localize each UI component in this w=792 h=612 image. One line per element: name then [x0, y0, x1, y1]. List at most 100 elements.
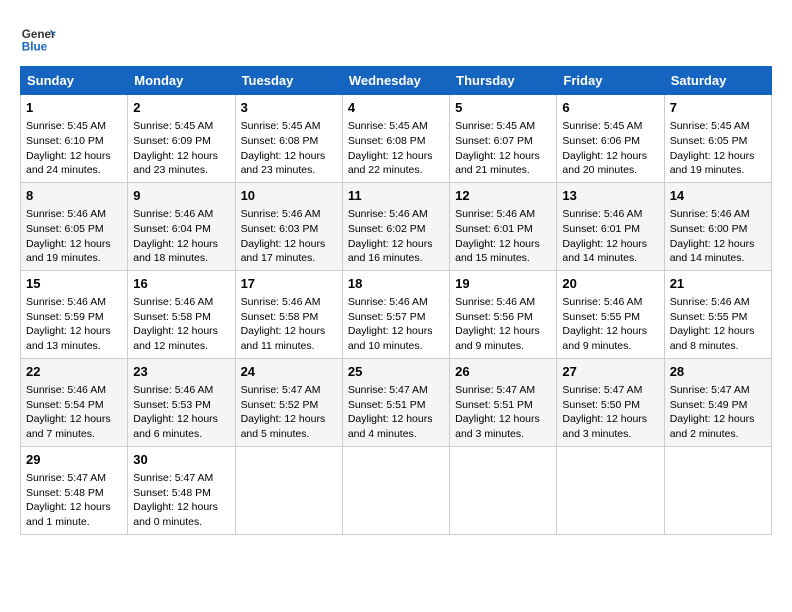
- day-number: 2: [133, 99, 229, 117]
- sunset-text: Sunset: 5:55 PM: [562, 311, 640, 323]
- calendar-cell: 7 Sunrise: 5:45 AM Sunset: 6:05 PM Daylight…: [664, 95, 771, 183]
- calendar-cell: 27Sunrise: 5:47 AMSunset: 5:50 PMDayligh…: [557, 358, 664, 446]
- sunset-text: Sunset: 6:06 PM: [562, 135, 640, 147]
- calendar-cell: 21Sunrise: 5:46 AMSunset: 5:55 PMDayligh…: [664, 270, 771, 358]
- sunrise-text: Sunrise: 5:47 AM: [670, 384, 750, 396]
- sunrise-text: Sunrise: 5:45 AM: [348, 120, 428, 132]
- day-number: 5: [455, 99, 551, 117]
- sunset-text: Sunset: 5:49 PM: [670, 399, 748, 411]
- sunset-text: Sunset: 5:58 PM: [133, 311, 211, 323]
- sunset-text: Sunset: 5:59 PM: [26, 311, 104, 323]
- daylight-text: Daylight: 12 hours and 10 minutes.: [348, 325, 433, 352]
- daylight-text: Daylight: 12 hours and 23 minutes.: [241, 150, 326, 177]
- column-header-saturday: Saturday: [664, 67, 771, 95]
- calendar-cell: 16 Sunrise: 5:46 AM Sunset: 5:58 PM Dayligh…: [128, 270, 235, 358]
- column-header-sunday: Sunday: [21, 67, 128, 95]
- sunrise-text: Sunrise: 5:46 AM: [562, 208, 642, 220]
- sunrise-text: Sunrise: 5:47 AM: [562, 384, 642, 396]
- calendar-cell: 24Sunrise: 5:47 AMSunset: 5:52 PMDayligh…: [235, 358, 342, 446]
- daylight-text: Daylight: 12 hours and 17 minutes.: [241, 238, 326, 265]
- day-number: 23: [133, 363, 229, 381]
- day-number: 8: [26, 187, 122, 205]
- calendar-week-row: 1Sunrise: 5:45 AMSunset: 6:10 PMDaylight…: [21, 95, 772, 183]
- daylight-text: Daylight: 12 hours and 14 minutes.: [670, 238, 755, 265]
- sunset-text: Sunset: 6:05 PM: [670, 135, 748, 147]
- day-number: 16: [133, 275, 229, 293]
- sunset-text: Sunset: 6:01 PM: [562, 223, 640, 235]
- sunset-text: Sunset: 6:08 PM: [241, 135, 319, 147]
- day-number: 13: [562, 187, 658, 205]
- calendar-cell: 18Sunrise: 5:46 AMSunset: 5:57 PMDayligh…: [342, 270, 449, 358]
- calendar-cell: 1Sunrise: 5:45 AMSunset: 6:10 PMDaylight…: [21, 95, 128, 183]
- sunset-text: Sunset: 6:07 PM: [455, 135, 533, 147]
- daylight-text: Daylight: 12 hours and 5 minutes.: [241, 413, 326, 440]
- day-number: 7: [670, 99, 766, 117]
- day-number: 3: [241, 99, 337, 117]
- daylight-text: Daylight: 12 hours and 24 minutes.: [26, 150, 111, 177]
- calendar-header-row: SundayMondayTuesdayWednesdayThursdayFrid…: [21, 67, 772, 95]
- daylight-text: Daylight: 12 hours and 8 minutes.: [670, 325, 755, 352]
- sunset-text: Sunset: 6:00 PM: [670, 223, 748, 235]
- sunset-text: Sunset: 5:53 PM: [133, 399, 211, 411]
- svg-text:Blue: Blue: [22, 41, 48, 54]
- sunrise-text: Sunrise: 5:46 AM: [133, 296, 213, 308]
- calendar-cell: 30Sunrise: 5:47 AMSunset: 5:48 PMDayligh…: [128, 446, 235, 534]
- calendar-cell: 28Sunrise: 5:47 AMSunset: 5:49 PMDayligh…: [664, 358, 771, 446]
- daylight-text: Daylight: 12 hours and 11 minutes.: [241, 325, 326, 352]
- calendar-cell: 23Sunrise: 5:46 AMSunset: 5:53 PMDayligh…: [128, 358, 235, 446]
- calendar-cell: 19 Sunrise: 5:46 AM Sunset: 5:56 PM Dayligh…: [450, 270, 557, 358]
- day-number: 14: [670, 187, 766, 205]
- daylight-text: Daylight: 12 hours and 12 minutes.: [133, 325, 218, 352]
- daylight-text: Daylight: 12 hours and 19 minutes.: [26, 238, 111, 265]
- sunrise-text: Sunrise: 5:46 AM: [562, 296, 642, 308]
- sunrise-text: Sunrise: 5:45 AM: [241, 120, 321, 132]
- column-header-thursday: Thursday: [450, 67, 557, 95]
- day-number: 19: [455, 275, 551, 293]
- day-number: 26: [455, 363, 551, 381]
- daylight-text: Daylight: 12 hours and 19 minutes.: [670, 150, 755, 177]
- column-header-friday: Friday: [557, 67, 664, 95]
- daylight-text: Daylight: 12 hours and 0 minutes.: [133, 501, 218, 528]
- daylight-text: Daylight: 12 hours and 9 minutes.: [455, 325, 540, 352]
- sunset-text: Sunset: 6:02 PM: [348, 223, 426, 235]
- sunrise-text: Sunrise: 5:46 AM: [348, 296, 428, 308]
- calendar-cell: 2Sunrise: 5:45 AMSunset: 6:09 PMDaylight…: [128, 95, 235, 183]
- logo: General Blue: [20, 20, 56, 56]
- sunset-text: Sunset: 5:48 PM: [133, 487, 211, 499]
- daylight-text: Daylight: 12 hours and 18 minutes.: [133, 238, 218, 265]
- sunset-text: Sunset: 6:04 PM: [133, 223, 211, 235]
- sunrise-text: Sunrise: 5:46 AM: [670, 208, 750, 220]
- calendar-cell: 12Sunrise: 5:46 AMSunset: 6:01 PMDayligh…: [450, 182, 557, 270]
- day-number: 15: [26, 275, 122, 293]
- calendar-week-row: 29Sunrise: 5:47 AMSunset: 5:48 PMDayligh…: [21, 446, 772, 534]
- sunset-text: Sunset: 5:55 PM: [670, 311, 748, 323]
- sunset-text: Sunset: 5:51 PM: [455, 399, 533, 411]
- sunset-text: Sunset: 5:51 PM: [348, 399, 426, 411]
- daylight-text: Daylight: 12 hours and 9 minutes.: [562, 325, 647, 352]
- day-number: 18: [348, 275, 444, 293]
- day-number: 27: [562, 363, 658, 381]
- sunrise-text: Sunrise: 5:45 AM: [670, 120, 750, 132]
- day-number: 12: [455, 187, 551, 205]
- sunset-text: Sunset: 5:58 PM: [241, 311, 319, 323]
- sunrise-text: Sunrise: 5:46 AM: [133, 384, 213, 396]
- sunset-text: Sunset: 5:56 PM: [455, 311, 533, 323]
- calendar-cell: 20Sunrise: 5:46 AMSunset: 5:55 PMDayligh…: [557, 270, 664, 358]
- day-number: 22: [26, 363, 122, 381]
- calendar-week-row: 15 Sunrise: 5:46 AM Sunset: 5:59 PM Dayligh…: [21, 270, 772, 358]
- sunrise-text: Sunrise: 5:46 AM: [455, 296, 535, 308]
- calendar-cell: 25Sunrise: 5:47 AMSunset: 5:51 PMDayligh…: [342, 358, 449, 446]
- calendar-cell: 26Sunrise: 5:47 AMSunset: 5:51 PMDayligh…: [450, 358, 557, 446]
- calendar-cell: 6Sunrise: 5:45 AMSunset: 6:06 PMDaylight…: [557, 95, 664, 183]
- day-number: 9: [133, 187, 229, 205]
- sunset-text: Sunset: 5:52 PM: [241, 399, 319, 411]
- calendar-cell: 5Sunrise: 5:45 AMSunset: 6:07 PMDaylight…: [450, 95, 557, 183]
- daylight-text: Daylight: 12 hours and 14 minutes.: [562, 238, 647, 265]
- calendar-cell: 22Sunrise: 5:46 AMSunset: 5:54 PMDayligh…: [21, 358, 128, 446]
- column-header-tuesday: Tuesday: [235, 67, 342, 95]
- column-header-wednesday: Wednesday: [342, 67, 449, 95]
- calendar-cell: 3 Sunrise: 5:45 AM Sunset: 6:08 PM Daylight…: [235, 95, 342, 183]
- day-number: 25: [348, 363, 444, 381]
- daylight-text: Daylight: 12 hours and 2 minutes.: [670, 413, 755, 440]
- page-header: General Blue: [20, 20, 772, 56]
